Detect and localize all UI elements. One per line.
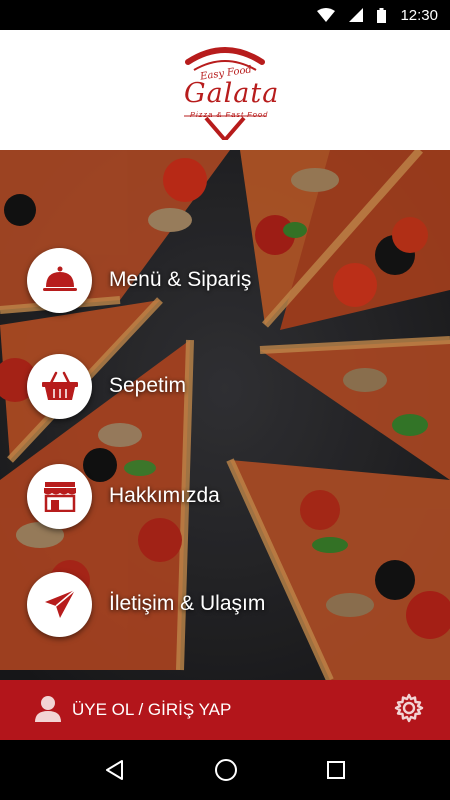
menu-item-contact[interactable]: İletişim & Ulaşım — [0, 554, 450, 654]
home-button[interactable] — [214, 758, 238, 782]
bottom-action-bar: ÜYE OL / GİRİŞ YAP — [0, 680, 450, 740]
menu-item-label: Sepetim — [109, 374, 187, 397]
galata-logo: Easy Food Galata Pizza & Fast Food — [170, 40, 280, 140]
app-header: Easy Food Galata Pizza & Fast Food — [0, 30, 450, 150]
main-menu: Menü & Sipariş Sepetim Hakkımızda İletiş… — [0, 150, 450, 680]
cloche-icon — [27, 247, 92, 313]
status-time: 12:30 — [400, 6, 438, 24]
login-label: ÜYE OL / GİRİŞ YAP — [72, 700, 232, 719]
menu-item-order[interactable]: Menü & Sipariş — [0, 230, 450, 330]
menu-item-cart[interactable]: Sepetim — [0, 336, 450, 436]
menu-item-label: Menü & Sipariş — [109, 268, 252, 291]
back-button[interactable] — [104, 759, 126, 781]
menu-item-label: İletişim & Ulaşım — [109, 592, 266, 615]
signal-icon — [349, 8, 364, 22]
menu-item-label: Hakkımızda — [109, 484, 220, 507]
wifi-icon — [317, 8, 336, 22]
gear-icon — [394, 693, 424, 727]
logo-subtitle: Pizza & Fast Food — [190, 110, 269, 119]
recents-button[interactable] — [326, 760, 346, 780]
logo-name: Galata — [184, 78, 280, 109]
paper-plane-icon — [27, 571, 92, 637]
system-navigation-bar — [0, 740, 450, 800]
settings-button[interactable] — [394, 693, 424, 728]
user-icon — [34, 694, 62, 727]
login-register-button[interactable]: ÜYE OL / GİRİŞ YAP — [34, 694, 231, 727]
back-triangle-icon — [106, 760, 123, 780]
store-icon — [27, 463, 92, 529]
menu-item-about[interactable]: Hakkımızda — [0, 446, 450, 546]
home-circle-icon — [215, 759, 237, 781]
recents-square-icon — [327, 761, 345, 779]
basket-icon — [27, 353, 92, 419]
status-bar: 12:30 — [0, 0, 450, 30]
battery-icon — [377, 7, 387, 23]
